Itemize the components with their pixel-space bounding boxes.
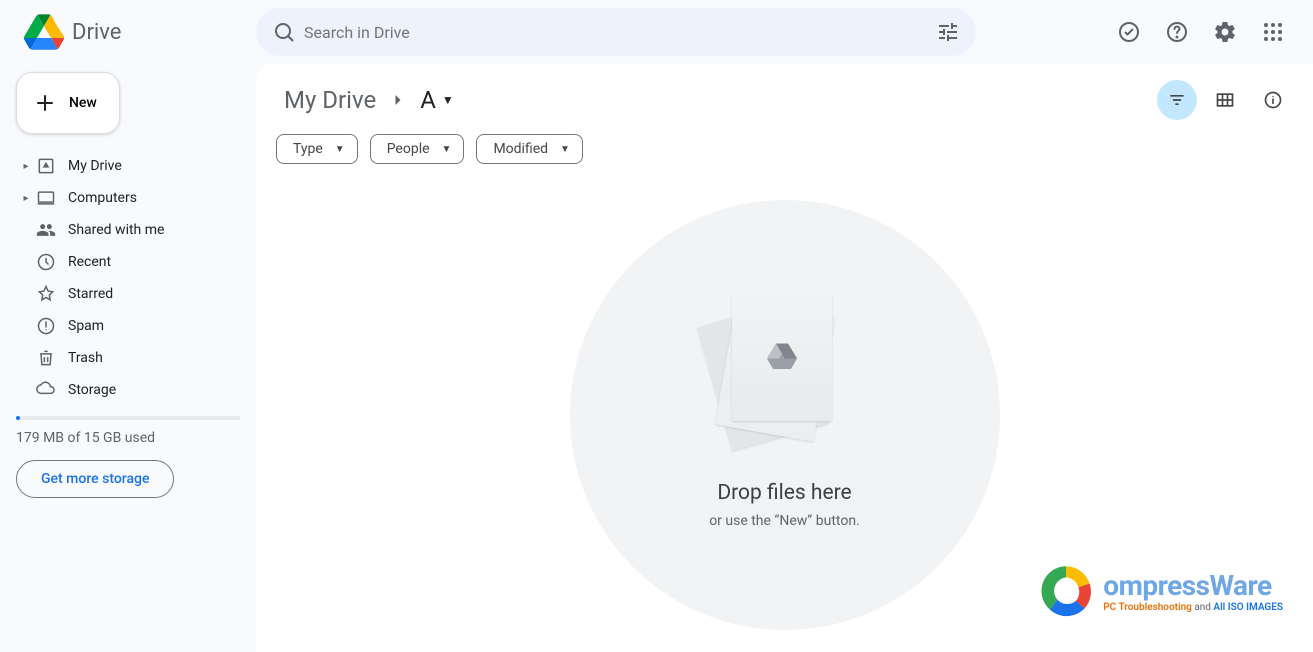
breadcrumb-current[interactable]: A ▼ bbox=[412, 82, 462, 118]
dropdown-icon: ▼ bbox=[442, 144, 452, 155]
header: Drive bbox=[0, 0, 1313, 64]
app-name: Drive bbox=[72, 20, 121, 45]
spam-icon bbox=[36, 316, 56, 336]
drive-logo-icon bbox=[24, 12, 64, 52]
filter-type-chip[interactable]: Type ▼ bbox=[276, 134, 358, 164]
nav-label: Recent bbox=[68, 254, 111, 270]
filter-row: Type ▼ People ▼ Modified ▼ bbox=[276, 124, 1293, 180]
grid-view-button[interactable] bbox=[1205, 80, 1245, 120]
dropdown-icon: ▼ bbox=[335, 144, 345, 155]
nav-label: Spam bbox=[68, 318, 104, 334]
nav-label: My Drive bbox=[68, 158, 122, 174]
filter-modified-chip[interactable]: Modified ▼ bbox=[476, 134, 583, 164]
nav-label: Starred bbox=[68, 286, 113, 302]
nav-starred[interactable]: Starred bbox=[16, 278, 240, 310]
apps-grid-icon[interactable] bbox=[1253, 12, 1293, 52]
empty-subtitle: or use the “New” button. bbox=[709, 513, 860, 529]
drive-grey-icon bbox=[764, 339, 800, 375]
watermark: ompressWare PC Troubleshooting and All I… bbox=[1035, 560, 1283, 622]
dropdown-icon: ▼ bbox=[560, 144, 570, 155]
empty-illustration bbox=[720, 301, 850, 451]
ready-offline-icon[interactable] bbox=[1109, 12, 1149, 52]
get-more-storage-button[interactable]: Get more storage bbox=[16, 460, 174, 498]
chevron-right-icon bbox=[384, 90, 412, 110]
breadcrumb-current-label: A bbox=[420, 86, 436, 114]
nav-label: Shared with me bbox=[68, 222, 164, 238]
chip-label: People bbox=[387, 141, 430, 157]
main-content: My Drive A ▼ Type ▼ bbox=[256, 64, 1313, 652]
storage-text: 179 MB of 15 GB used bbox=[16, 430, 240, 446]
new-button[interactable]: New bbox=[16, 72, 120, 134]
trash-icon bbox=[36, 348, 56, 368]
empty-dropzone[interactable]: Drop files here or use the “New” button. bbox=[570, 200, 1000, 630]
logo-area[interactable]: Drive bbox=[16, 12, 256, 52]
expand-icon[interactable]: ▸ bbox=[20, 193, 32, 204]
nav-my-drive[interactable]: ▸ My Drive bbox=[16, 150, 240, 182]
watermark-logo-icon bbox=[1035, 560, 1097, 622]
nav-shared[interactable]: Shared with me bbox=[16, 214, 240, 246]
nav-label: Computers bbox=[68, 190, 137, 206]
storage-icon bbox=[36, 380, 56, 400]
filter-people-chip[interactable]: People ▼ bbox=[370, 134, 465, 164]
support-icon[interactable] bbox=[1157, 12, 1197, 52]
nav-trash[interactable]: Trash bbox=[16, 342, 240, 374]
nav-storage[interactable]: Storage bbox=[16, 374, 240, 406]
search-input[interactable] bbox=[304, 23, 928, 42]
info-button[interactable] bbox=[1253, 80, 1293, 120]
chip-label: Modified bbox=[493, 141, 548, 157]
nav-spam[interactable]: Spam bbox=[16, 310, 240, 342]
watermark-brand: ompressWare bbox=[1103, 569, 1283, 602]
nav-recent[interactable]: Recent bbox=[16, 246, 240, 278]
header-actions bbox=[1109, 12, 1297, 52]
watermark-tagline: PC Troubleshooting and All ISO IMAGES bbox=[1103, 602, 1283, 613]
search-icon[interactable] bbox=[264, 12, 304, 52]
computers-icon bbox=[36, 188, 56, 208]
recent-icon bbox=[36, 252, 56, 272]
chip-label: Type bbox=[293, 141, 323, 157]
nav-label: Storage bbox=[68, 382, 116, 398]
storage-bar-fill bbox=[16, 416, 20, 420]
new-button-label: New bbox=[69, 95, 97, 111]
nav-label: Trash bbox=[68, 350, 103, 366]
settings-icon[interactable] bbox=[1205, 12, 1245, 52]
dropdown-icon: ▼ bbox=[442, 93, 454, 107]
my-drive-icon bbox=[36, 156, 56, 176]
expand-icon[interactable]: ▸ bbox=[20, 161, 32, 172]
nav-computers[interactable]: ▸ Computers bbox=[16, 182, 240, 214]
empty-title: Drop files here bbox=[717, 481, 851, 505]
breadcrumb: My Drive A ▼ bbox=[276, 76, 1293, 124]
storage-bar bbox=[16, 416, 240, 420]
nav-list: ▸ My Drive ▸ Computers Shared with me Re… bbox=[16, 150, 240, 406]
plus-icon bbox=[33, 91, 57, 115]
shared-icon bbox=[36, 220, 56, 240]
filter-toggle-button[interactable] bbox=[1157, 80, 1197, 120]
sidebar: New ▸ My Drive ▸ Computers Shared with m… bbox=[0, 64, 256, 652]
search-bar[interactable] bbox=[256, 8, 976, 56]
starred-icon bbox=[36, 284, 56, 304]
breadcrumb-root[interactable]: My Drive bbox=[276, 82, 384, 118]
search-options-icon[interactable] bbox=[928, 12, 968, 52]
